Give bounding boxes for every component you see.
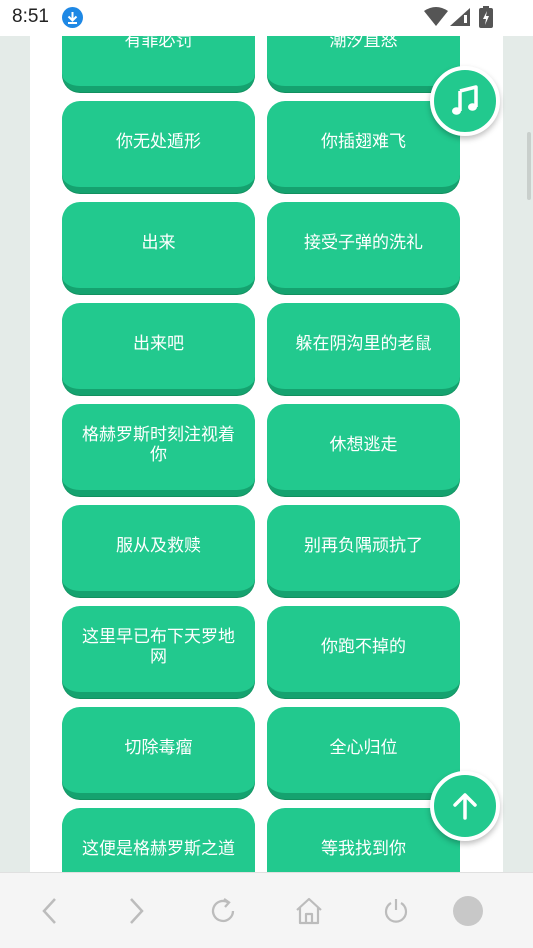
voice-button[interactable]: 有罪必罚 bbox=[62, 36, 255, 92]
voice-button[interactable]: 躲在阴沟里的老鼠 bbox=[267, 303, 460, 395]
voice-button[interactable]: 你跑不掉的 bbox=[267, 606, 460, 698]
music-note-icon bbox=[452, 85, 478, 115]
voice-label: 休想逃走 bbox=[329, 435, 398, 455]
home-button[interactable] bbox=[291, 893, 327, 929]
voice-label: 接受子弹的洗礼 bbox=[304, 233, 423, 253]
voice-label: 你无处遁形 bbox=[116, 132, 201, 152]
voice-label: 这里早已布下天罗地网 bbox=[82, 627, 235, 667]
power-icon bbox=[384, 899, 408, 923]
battery-icon bbox=[479, 6, 493, 32]
status-time: 8:51 bbox=[12, 6, 49, 27]
voice-button[interactable]: 出来吧 bbox=[62, 303, 255, 395]
voice-label: 这便是格赫罗斯之道 bbox=[82, 839, 235, 859]
voice-label: 出来吧 bbox=[133, 334, 184, 354]
circle-icon bbox=[453, 896, 483, 926]
voice-button[interactable]: 休想逃走 bbox=[267, 404, 460, 496]
voice-label: 全心归位 bbox=[329, 738, 398, 758]
voice-button[interactable]: 切除毒瘤 bbox=[62, 707, 255, 799]
arrow-up-icon bbox=[453, 793, 477, 820]
scrollbar[interactable] bbox=[527, 132, 531, 200]
voice-button[interactable]: 你插翅难飞 bbox=[267, 101, 460, 193]
voice-label: 有罪必罚 bbox=[124, 36, 193, 51]
voice-button[interactable]: 这便是格赫罗斯之道 bbox=[62, 808, 255, 872]
voice-label: 你跑不掉的 bbox=[321, 637, 406, 657]
voice-button[interactable]: 潮汐直怒 bbox=[267, 36, 460, 92]
voice-button[interactable]: 全心归位 bbox=[267, 707, 460, 799]
download-icon bbox=[62, 7, 83, 28]
status-bar: 8:51 bbox=[0, 0, 533, 36]
voice-label: 别再负隅顽抗了 bbox=[304, 536, 423, 556]
voice-label: 躲在阴沟里的老鼠 bbox=[295, 334, 432, 354]
voice-label: 出来 bbox=[141, 233, 176, 253]
chevron-left-icon bbox=[42, 898, 56, 924]
menu-button[interactable] bbox=[450, 893, 486, 929]
home-icon bbox=[296, 897, 322, 925]
voice-button[interactable]: 你无处遁形 bbox=[62, 101, 255, 193]
music-button[interactable] bbox=[430, 66, 500, 136]
voice-label: 潮汐直怒 bbox=[329, 36, 398, 51]
power-button[interactable] bbox=[378, 893, 414, 929]
refresh-icon bbox=[211, 898, 235, 923]
back-button[interactable] bbox=[32, 893, 68, 929]
forward-button[interactable] bbox=[118, 893, 154, 929]
wifi-icon bbox=[424, 7, 448, 31]
voice-button[interactable]: 别再负隅顽抗了 bbox=[267, 505, 460, 597]
refresh-button[interactable] bbox=[205, 893, 241, 929]
chevron-right-icon bbox=[130, 898, 144, 924]
voice-button[interactable]: 这里早已布下天罗地网 bbox=[62, 606, 255, 698]
voice-label: 格赫罗斯时刻注视着你 bbox=[82, 425, 235, 465]
voice-button[interactable]: 格赫罗斯时刻注视着你 bbox=[62, 404, 255, 496]
signal-icon bbox=[450, 7, 472, 31]
browser-nav-bar bbox=[0, 872, 533, 948]
content-area[interactable]: 有罪必罚 潮汐直怒 你无处遁形 你插翅难飞 出来 接受子弹的洗礼 出来吧 躲在阴… bbox=[0, 36, 533, 872]
voice-button[interactable]: 服从及救赎 bbox=[62, 505, 255, 597]
voice-button[interactable]: 出来 bbox=[62, 202, 255, 294]
voice-label: 你插翅难飞 bbox=[321, 132, 406, 152]
voice-label: 服从及救赎 bbox=[116, 536, 201, 556]
voice-label: 等我找到你 bbox=[321, 839, 406, 859]
voice-label: 切除毒瘤 bbox=[124, 738, 193, 758]
scroll-top-button[interactable] bbox=[430, 771, 500, 841]
voice-button[interactable]: 接受子弹的洗礼 bbox=[267, 202, 460, 294]
